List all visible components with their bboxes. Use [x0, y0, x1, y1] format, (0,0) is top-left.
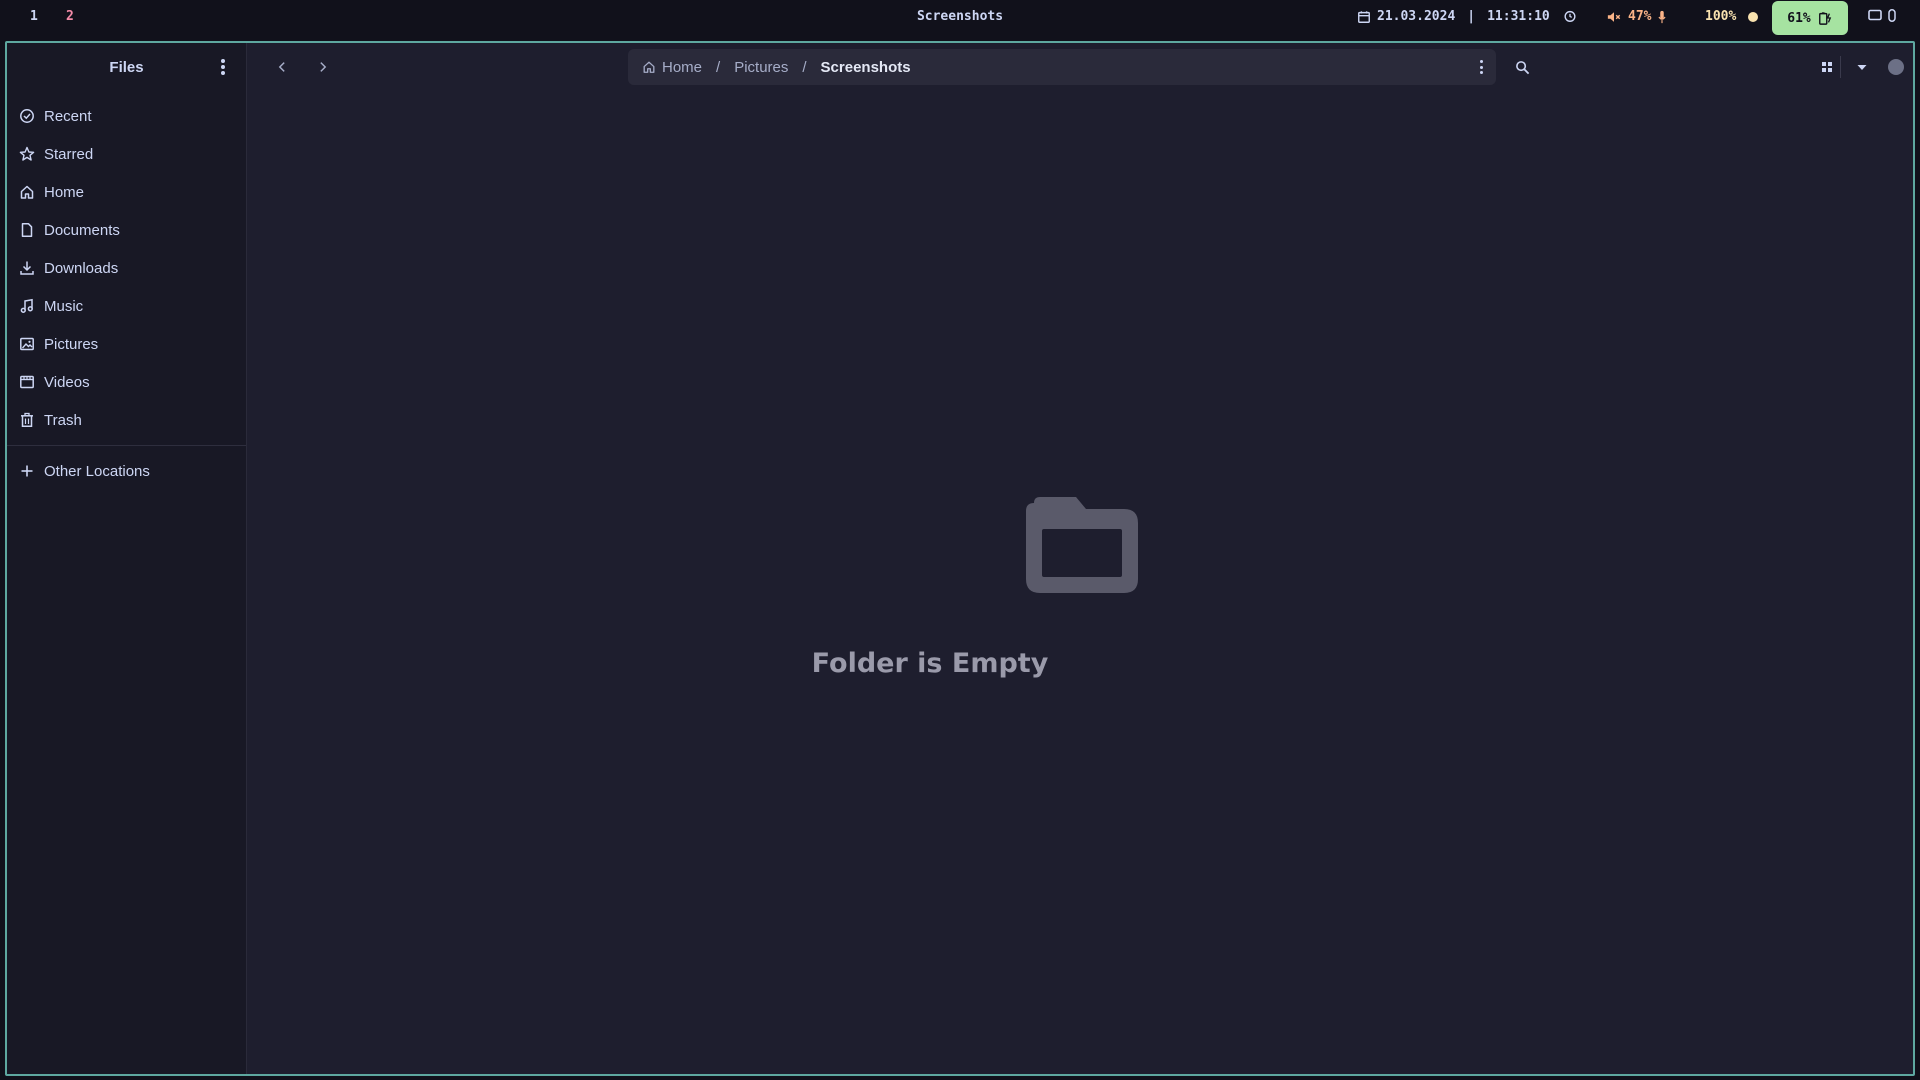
- download-icon: [20, 261, 34, 275]
- workspace-1-button[interactable]: 1: [30, 9, 38, 24]
- empty-state: Folder is Empty: [248, 43, 1913, 1074]
- places-list: Recent Starred Home Documents Downloads …: [7, 97, 246, 439]
- sidebar-item-label: Music: [44, 297, 84, 315]
- battery-widget[interactable]: 61%: [1772, 1, 1848, 35]
- sidebar-item-downloads[interactable]: Downloads: [7, 249, 246, 287]
- star-icon: [19, 146, 35, 161]
- sidebar-item-label: Other Locations: [44, 462, 150, 480]
- sidebar-item-label: Videos: [44, 373, 90, 391]
- sidebar-item-starred[interactable]: Starred: [7, 135, 246, 173]
- sidebar: Files Recent Starred Home Documents Down…: [7, 43, 247, 1074]
- alarm-icon: [1564, 10, 1576, 22]
- sidebar-item-pictures[interactable]: Pictures: [7, 325, 246, 363]
- document-icon: [21, 223, 33, 237]
- files-window: Files Recent Starred Home Documents Down…: [5, 41, 1915, 1076]
- active-window-title: Screenshots: [916, 9, 1004, 24]
- volume-widget[interactable]: 47%: [1606, 9, 1667, 24]
- sidebar-item-music[interactable]: Music: [7, 287, 246, 325]
- volume-text: 47%: [1628, 9, 1652, 24]
- plus-icon: [21, 465, 33, 477]
- sidebar-item-other-locations[interactable]: Other Locations: [7, 452, 246, 490]
- notification-icon: [1868, 9, 1882, 21]
- sidebar-item-home[interactable]: Home: [7, 173, 246, 211]
- home-icon: [20, 185, 34, 199]
- menu-dot-icon: [221, 65, 225, 69]
- date-text: 21.03.2024: [1377, 9, 1456, 24]
- battery-text: 61%: [1787, 10, 1811, 26]
- sidebar-item-label: Home: [44, 183, 85, 201]
- bluetooth-icon: [1888, 9, 1896, 22]
- clock-widget[interactable]: 21.03.2024 | 11:31:10: [1357, 9, 1550, 24]
- microphone-icon: [1658, 10, 1667, 23]
- folder-icon: [1026, 497, 1138, 593]
- clock-icon: [20, 109, 34, 123]
- sidebar-item-label: Starred: [44, 145, 94, 163]
- music-icon: [20, 298, 33, 313]
- system-tray[interactable]: [1868, 9, 1896, 22]
- sidebar-item-label: Pictures: [44, 335, 99, 353]
- clock-separator: |: [1467, 9, 1476, 24]
- brightness-text: 100%: [1705, 9, 1737, 24]
- top-bar: 1 2 Screenshots 21.03.2024 | 11:31:10 47…: [0, 0, 1920, 36]
- sidebar-item-recent[interactable]: Recent: [7, 97, 246, 135]
- sidebar-item-label: Documents: [44, 221, 120, 239]
- main-menu-button[interactable]: [218, 57, 228, 77]
- trash-icon: [21, 412, 33, 427]
- brightness-icon: [1748, 11, 1759, 22]
- sidebar-item-label: Trash: [44, 411, 82, 429]
- alarm-widget[interactable]: [1563, 9, 1577, 23]
- sidebar-item-label: Downloads: [44, 259, 119, 277]
- menu-dot-icon: [221, 71, 225, 75]
- battery-charging-icon: [1818, 12, 1831, 25]
- sidebar-title: Files: [109, 58, 144, 76]
- sidebar-item-videos[interactable]: Videos: [7, 363, 246, 401]
- sidebar-divider: [7, 445, 246, 446]
- sidebar-header: Files: [7, 43, 246, 91]
- speaker-muted-icon: [1607, 11, 1621, 22]
- sidebar-item-trash[interactable]: Trash: [7, 401, 246, 439]
- brightness-widget[interactable]: 100%: [1705, 9, 1759, 24]
- empty-message: Folder is Empty: [811, 648, 1049, 679]
- workspace-2-button[interactable]: 2: [66, 9, 74, 24]
- main-content: Home / Pictures / Screenshots Folder is …: [248, 43, 1913, 1074]
- calendar-icon: [1358, 10, 1370, 23]
- menu-dot-icon: [221, 59, 225, 63]
- sidebar-item-documents[interactable]: Documents: [7, 211, 246, 249]
- sidebar-item-label: Recent: [44, 107, 92, 125]
- time-text: 11:31:10: [1487, 9, 1550, 24]
- picture-icon: [20, 337, 34, 351]
- video-icon: [20, 375, 34, 389]
